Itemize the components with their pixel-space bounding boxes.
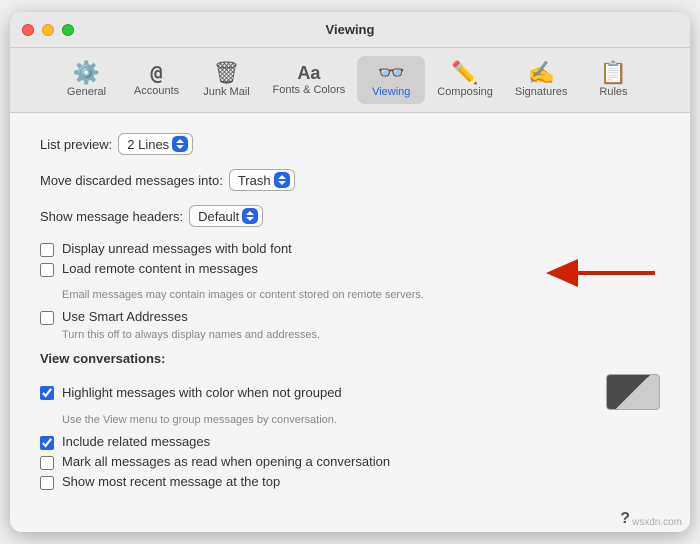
spinner-up-icon [246,211,254,215]
remote-content-sublabel: Email messages may contain images or con… [62,289,660,301]
junk-mail-icon: 🗑 [213,62,241,84]
show-headers-value: Default [198,209,239,224]
highlight-color-sublabel: Use the View menu to group messages by c… [62,414,660,426]
close-button[interactable] [22,24,34,36]
highlight-color-checkbox[interactable] [40,386,54,400]
move-discarded-row: Move discarded messages into: Trash [40,169,660,191]
toolbar-item-junk-mail[interactable]: 🗑 Junk Mail [193,56,261,104]
toolbar-item-general[interactable]: ⚙️ General [53,56,121,104]
conversations-header: View conversations: [40,351,660,366]
viewing-label: Viewing [372,86,410,98]
junk-mail-label: Junk Mail [203,86,249,98]
smart-addresses-checkbox[interactable] [40,311,54,325]
toolbar-item-composing[interactable]: ✏️ Composing [427,56,503,104]
toolbar-item-signatures[interactable]: ✍️ Signatures [505,56,578,104]
signatures-label: Signatures [515,86,568,98]
most-recent-label: Show most recent message at the top [62,474,280,489]
spinner-down-icon [278,181,286,185]
red-arrow-icon [540,259,660,287]
mark-read-label: Mark all messages as read when opening a… [62,454,390,469]
list-preview-label: List preview: [40,137,112,152]
move-discarded-spinner[interactable] [274,172,290,188]
arrow-annotation [540,259,660,287]
toolbar: ⚙️ General @ Accounts 🗑 Junk Mail Aa Fon… [10,48,690,113]
bold-font-label: Display unread messages with bold font [62,241,292,256]
spinner-down-icon [176,145,184,149]
move-discarded-value: Trash [238,173,271,188]
checkboxes-section: Display unread messages with bold font L… [40,241,660,341]
accounts-icon: @ [150,63,162,83]
smart-addresses-row: Use Smart Addresses [40,309,660,325]
mark-read-row: Mark all messages as read when opening a… [40,454,660,470]
include-related-row: Include related messages [40,434,660,450]
general-icon: ⚙️ [73,62,100,84]
smart-addresses-label: Use Smart Addresses [62,309,188,324]
list-preview-select[interactable]: 2 Lines [118,133,193,155]
remote-content-container: Load remote content in messages [40,261,660,287]
fonts-colors-label: Fonts & Colors [273,84,346,96]
color-preview [606,374,660,410]
remote-content-row: Load remote content in messages [40,261,532,277]
toolbar-item-viewing[interactable]: 👓 Viewing [357,56,425,104]
rules-label: Rules [599,86,627,98]
smart-addresses-sublabel: Turn this off to always display names an… [62,329,660,341]
bold-font-row: Display unread messages with bold font [40,241,660,257]
conversations-checkboxes: Highlight messages with color when not g… [40,374,660,490]
help-button[interactable]: ? [620,510,630,528]
spinner-down-icon [246,217,254,221]
show-headers-label: Show message headers: [40,209,183,224]
mark-read-checkbox[interactable] [40,456,54,470]
traffic-lights [22,24,74,36]
fonts-colors-icon: Aa [297,64,320,82]
accounts-label: Accounts [134,85,179,97]
maximize-button[interactable] [62,24,74,36]
toolbar-item-rules[interactable]: 📋 Rules [579,56,647,104]
move-discarded-select[interactable]: Trash [229,169,295,191]
toolbar-item-accounts[interactable]: @ Accounts [123,57,191,103]
remote-content-label: Load remote content in messages [62,261,258,276]
most-recent-checkbox[interactable] [40,476,54,490]
highlight-color-row: Highlight messages with color when not g… [40,374,660,410]
show-headers-row: Show message headers: Default [40,205,660,227]
composing-icon: ✏️ [451,62,478,84]
spinner-up-icon [176,139,184,143]
composing-label: Composing [437,86,493,98]
list-preview-spinner[interactable] [172,136,188,152]
toolbar-item-fonts-colors[interactable]: Aa Fonts & Colors [263,58,356,102]
viewing-icon: 👓 [378,62,405,84]
minimize-button[interactable] [42,24,54,36]
rules-icon: 📋 [600,62,627,84]
watermark: wsxdn.com [632,517,682,528]
most-recent-row: Show most recent message at the top [40,474,660,490]
window-title: Viewing [326,22,375,37]
move-discarded-label: Move discarded messages into: [40,173,223,188]
include-related-label: Include related messages [62,434,210,449]
show-headers-select[interactable]: Default [189,205,263,227]
settings-content: List preview: 2 Lines Move discarded mes… [10,113,690,508]
title-bar: Viewing [10,12,690,48]
bold-font-checkbox[interactable] [40,243,54,257]
bottom-bar: ? wsxdn.com [10,508,690,532]
list-preview-value: 2 Lines [127,137,169,152]
general-label: General [67,86,106,98]
highlight-color-label: Highlight messages with color when not g… [62,385,594,400]
signatures-icon: ✍️ [527,62,554,84]
list-preview-row: List preview: 2 Lines [40,133,660,155]
spinner-up-icon [278,175,286,179]
remote-content-main: Load remote content in messages [40,261,532,281]
remote-content-checkbox[interactable] [40,263,54,277]
include-related-checkbox[interactable] [40,436,54,450]
preferences-window: Viewing ⚙️ General @ Accounts 🗑 Junk Mai… [10,12,690,532]
show-headers-spinner[interactable] [242,208,258,224]
